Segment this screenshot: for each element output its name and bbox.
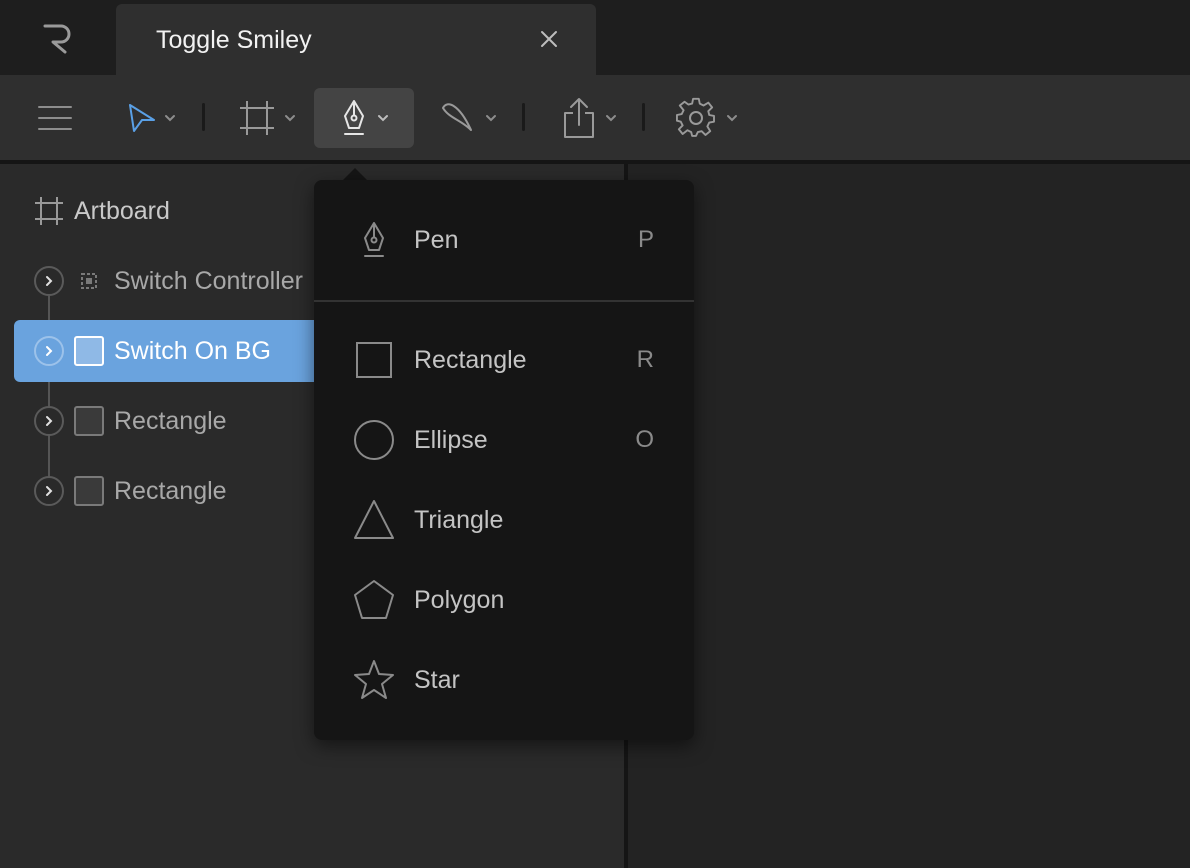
pen-tool-button[interactable] bbox=[314, 88, 414, 148]
menu-label: Star bbox=[414, 665, 460, 694]
select-tool-button[interactable] bbox=[116, 88, 186, 148]
expand-toggle[interactable] bbox=[34, 336, 64, 366]
brush-icon bbox=[442, 103, 472, 131]
triangle-icon bbox=[352, 498, 396, 542]
menu-label: Triangle bbox=[414, 505, 504, 534]
expand-toggle[interactable] bbox=[34, 476, 64, 506]
menu-item-rectangle[interactable]: Rectangle R bbox=[314, 330, 694, 390]
tab-bar: Toggle Smiley bbox=[0, 0, 1190, 75]
gear-icon bbox=[676, 97, 715, 137]
share-icon bbox=[564, 98, 594, 138]
layer-label: Rectangle bbox=[114, 476, 227, 505]
rectangle-icon bbox=[74, 406, 104, 436]
chevron-right-icon bbox=[46, 416, 53, 426]
menu-shortcut: O bbox=[635, 426, 654, 453]
pen-icon bbox=[352, 218, 396, 262]
settings-button[interactable] bbox=[672, 88, 742, 148]
tab-title: Toggle Smiley bbox=[156, 26, 312, 54]
canvas[interactable] bbox=[628, 164, 1190, 868]
app-logo[interactable] bbox=[0, 0, 116, 75]
menu-item-ellipse[interactable]: Ellipse O bbox=[314, 410, 694, 470]
pointer-icon bbox=[129, 104, 155, 132]
menu-item-polygon[interactable]: Polygon bbox=[314, 570, 694, 630]
toolbar bbox=[0, 75, 1190, 160]
pen-icon bbox=[344, 100, 364, 135]
frame-tool-button[interactable] bbox=[234, 88, 300, 148]
layer-label: Switch Controller bbox=[114, 266, 303, 295]
menu-shortcut: P bbox=[637, 226, 654, 253]
group-icon bbox=[81, 273, 97, 289]
hamburger-icon bbox=[38, 106, 72, 130]
frame-icon bbox=[240, 101, 274, 135]
close-icon[interactable] bbox=[538, 28, 560, 50]
menu-item-star[interactable]: Star bbox=[314, 650, 694, 710]
polygon-icon bbox=[352, 578, 396, 622]
rectangle-icon bbox=[352, 338, 396, 382]
chevron-down-icon bbox=[285, 115, 295, 122]
ellipse-icon bbox=[352, 418, 396, 462]
menu-label: Rectangle bbox=[414, 345, 527, 374]
toolbar-divider bbox=[202, 103, 205, 131]
chevron-right-icon bbox=[46, 346, 53, 356]
pen-tool-menu: Pen P Rectangle R Ellipse O Triangle Pol… bbox=[314, 180, 694, 740]
menu-shortcut: R bbox=[636, 346, 654, 373]
menu-label: Polygon bbox=[414, 585, 505, 614]
brush-tool-button[interactable] bbox=[432, 88, 502, 148]
logo-icon bbox=[43, 24, 71, 53]
export-button[interactable] bbox=[556, 88, 622, 148]
hamburger-menu-button[interactable] bbox=[30, 88, 80, 148]
menu-label: Ellipse bbox=[414, 425, 488, 454]
rectangle-icon bbox=[74, 336, 104, 366]
expand-toggle[interactable] bbox=[34, 406, 64, 436]
artboard-label: Artboard bbox=[74, 196, 170, 225]
artboard-icon bbox=[35, 197, 63, 225]
chevron-down-icon bbox=[165, 115, 175, 122]
artboard-row[interactable]: Artboard bbox=[34, 196, 170, 226]
toolbar-divider bbox=[522, 103, 525, 131]
expand-toggle[interactable] bbox=[34, 266, 64, 296]
layer-label: Switch On BG bbox=[114, 336, 271, 365]
menu-item-pen[interactable]: Pen P bbox=[314, 210, 694, 270]
chevron-down-icon bbox=[378, 115, 388, 122]
chevron-down-icon bbox=[727, 115, 737, 122]
menu-divider bbox=[314, 300, 694, 302]
menu-item-triangle[interactable]: Triangle bbox=[314, 490, 694, 550]
star-icon bbox=[352, 658, 396, 702]
rectangle-icon bbox=[74, 476, 104, 506]
toolbar-divider bbox=[642, 103, 645, 131]
chevron-down-icon bbox=[606, 115, 616, 122]
chevron-down-icon bbox=[486, 115, 496, 122]
menu-label: Pen bbox=[414, 225, 459, 254]
document-tab[interactable]: Toggle Smiley bbox=[116, 4, 596, 75]
layer-label: Rectangle bbox=[114, 406, 227, 435]
chevron-right-icon bbox=[46, 276, 53, 286]
chevron-right-icon bbox=[46, 486, 53, 496]
